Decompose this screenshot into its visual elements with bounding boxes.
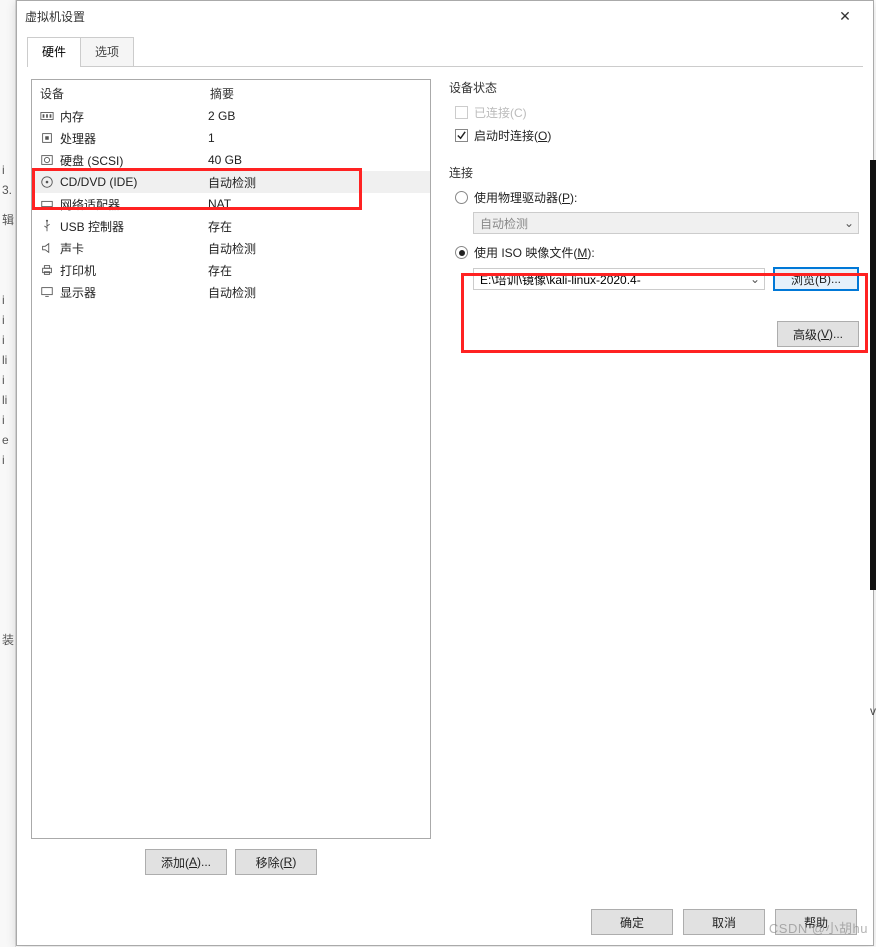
device-status-group: 设备状态 已连接(C) 启动时连接(O) [449,79,859,150]
help-button[interactable]: 帮助 [775,909,857,935]
printer-icon [38,262,56,278]
disc-icon [38,174,56,190]
cancel-button[interactable]: 取消 [683,909,765,935]
physical-drive-radio[interactable] [455,191,468,204]
right-dark-strip [870,160,876,590]
right-v-char: v [870,704,876,718]
connection-title: 连接 [449,164,859,181]
device-row-sound[interactable]: 声卡 自动检测 [32,237,430,259]
device-status-title: 设备状态 [449,79,859,96]
iso-path-text: E:\培训\镜像\kali-linux-2020.4- [474,271,746,288]
connect-at-poweron-checkbox[interactable] [455,129,468,142]
memory-icon [38,108,56,124]
display-icon [38,284,56,300]
col-summary: 摘要 [210,85,234,102]
advanced-button[interactable]: 高级(V)... [777,321,859,347]
physical-drive-combo: 自动检测 ⌄ [473,212,859,234]
connected-label: 已连接(C) [474,104,527,121]
browse-button[interactable]: 浏览(B)... [773,267,859,291]
device-row-display[interactable]: 显示器 自动检测 [32,281,430,303]
iso-label: 使用 ISO 映像文件(M): [474,244,595,261]
vm-settings-dialog: 虚拟机设置 ✕ 硬件 选项 设备 摘要 内存 2 GB 处理器 1 [16,0,874,946]
device-row-hdd[interactable]: 硬盘 (SCSI) 40 GB [32,149,430,171]
device-row-cpu[interactable]: 处理器 1 [32,127,430,149]
tabs: 硬件 选项 [27,37,863,67]
hdd-icon [38,152,56,168]
iso-radio[interactable] [455,246,468,259]
device-row-usb[interactable]: USB 控制器 存在 [32,215,430,237]
physical-drive-label: 使用物理驱动器(P): [474,189,577,206]
device-list[interactable]: 设备 摘要 内存 2 GB 处理器 1 硬盘 (SCSI) 40 GB [31,79,431,839]
window-title: 虚拟机设置 [25,8,825,25]
chevron-down-icon: ⌄ [840,216,858,230]
connected-checkbox [455,106,468,119]
add-button[interactable]: 添加(A)... [145,849,227,875]
usb-icon [38,218,56,234]
iso-path-combo[interactable]: E:\培训\镜像\kali-linux-2020.4- ⌄ [473,268,765,290]
close-button[interactable]: ✕ [825,8,865,25]
tab-options[interactable]: 选项 [80,37,134,66]
device-row-memory[interactable]: 内存 2 GB [32,105,430,127]
connection-group: 连接 使用物理驱动器(P): 自动检测 ⌄ 使用 ISO 映像文件(M): [449,164,859,291]
device-row-network[interactable]: 网络适配器 NAT [32,193,430,215]
titlebar: 虚拟机设置 ✕ [17,1,873,31]
cpu-icon [38,130,56,146]
connect-at-poweron-label: 启动时连接(O) [474,127,551,144]
tab-hardware[interactable]: 硬件 [27,37,81,66]
device-list-header: 设备 摘要 [32,80,430,105]
col-device: 设备 [40,85,210,102]
remove-button[interactable]: 移除(R) [235,849,317,875]
dialog-footer: 确定 取消 帮助 [591,909,857,935]
ok-button[interactable]: 确定 [591,909,673,935]
network-icon [38,196,56,212]
device-row-printer[interactable]: 打印机 存在 [32,259,430,281]
left-edge-chars: i3.辑 iiiliiliiei 装 [0,160,14,650]
device-row-cddvd[interactable]: CD/DVD (IDE) 自动检测 [32,171,430,193]
sound-icon [38,240,56,256]
chevron-down-icon[interactable]: ⌄ [746,272,764,286]
